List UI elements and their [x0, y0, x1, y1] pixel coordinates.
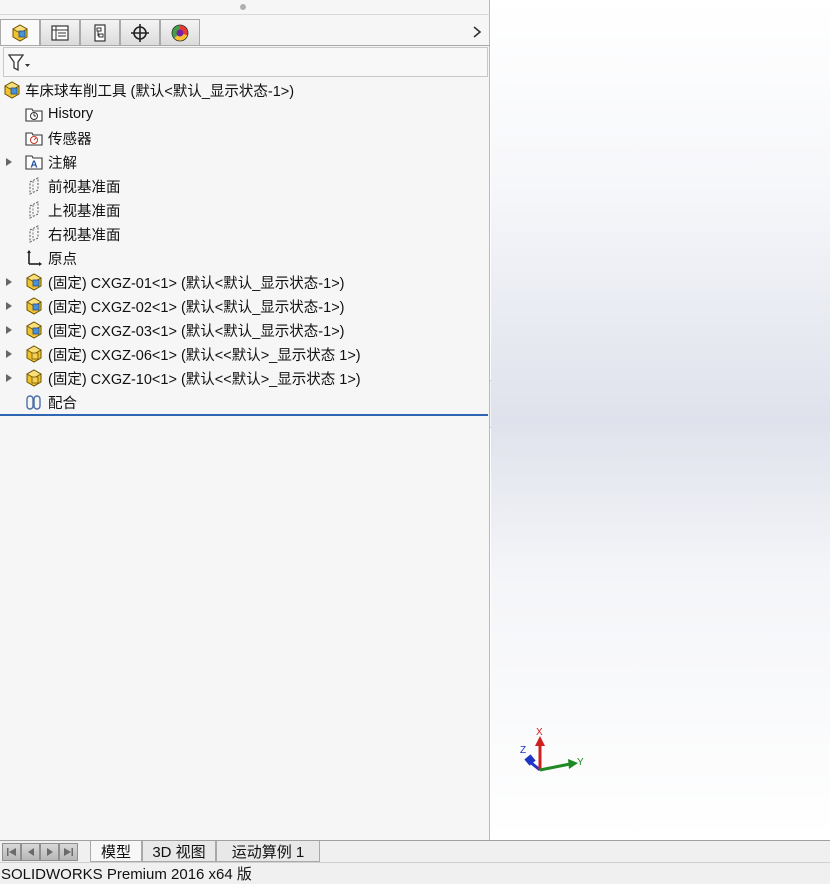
tab-property-manager[interactable] [40, 19, 80, 45]
expand-arrow-icon[interactable] [6, 277, 14, 287]
funnel-filter-icon[interactable] [7, 53, 31, 73]
tree-item-label: 上视基准面 [48, 203, 121, 220]
tree-item-right-plane[interactable]: 右视基准面 [0, 222, 490, 246]
appearance-pie-icon [171, 24, 189, 41]
triad-y-label: Y [577, 757, 584, 768]
assembly-icon [3, 81, 21, 99]
tree-rollback-bar[interactable] [0, 414, 488, 416]
tree-item-annotations[interactable]: A 注解 [0, 150, 490, 174]
tree-item-label: (固定) CXGZ-01<1> (默认<默认_显示状态-1>) [48, 275, 345, 292]
triad-x-label: X [536, 727, 543, 738]
part-icon [25, 273, 43, 291]
tree-item-label: (固定) CXGZ-03<1> (默认<默认_显示状态-1>) [48, 323, 345, 340]
tree-item-origin[interactable]: 原点 [0, 246, 490, 270]
expand-arrow-icon[interactable] [6, 301, 14, 311]
tab-model[interactable]: 模型 [90, 841, 142, 862]
expand-arrow-icon[interactable] [6, 373, 14, 383]
expand-arrow-icon[interactable] [6, 325, 14, 335]
tree-item-label: (固定) CXGZ-10<1> (默认<<默认>_显示状态 1>) [48, 371, 361, 388]
first-tab-button[interactable] [2, 843, 21, 861]
chevron-left-icon [27, 848, 34, 856]
last-tab-button[interactable] [59, 843, 78, 861]
assembly-tree-icon [12, 23, 28, 42]
plane-icon [25, 177, 43, 195]
axis-triad-icon: X Y Z [520, 727, 584, 772]
next-tab-button[interactable] [40, 843, 59, 861]
skip-last-icon [64, 848, 73, 856]
tree-item-component[interactable]: (固定) CXGZ-03<1> (默认<默认_显示状态-1>) [0, 318, 490, 342]
tab-3d-views[interactable]: 3D 视图 [142, 841, 216, 862]
tree-item-label: History [48, 106, 94, 122]
part-icon [25, 321, 43, 339]
graphics-viewport[interactable] [491, 0, 830, 840]
mates-folder-icon [25, 393, 43, 411]
feature-filter-box[interactable] [3, 47, 488, 77]
tree-item-front-plane[interactable]: 前视基准面 [0, 174, 490, 198]
tab-bar-divider [0, 45, 490, 46]
sensor-folder-icon [25, 129, 43, 147]
expand-arrow-icon[interactable] [6, 349, 14, 359]
origin-icon [25, 249, 43, 267]
part-icon [25, 297, 43, 315]
tree-item-label: 右视基准面 [48, 227, 121, 244]
tab-dimxpert-manager[interactable] [120, 19, 160, 45]
tree-item-history[interactable]: History [0, 102, 490, 126]
bottom-tab-strip: 模型 3D 视图 运动算例 1 [0, 840, 830, 862]
tree-item-component[interactable]: (固定) CXGZ-02<1> (默认<默认_显示状态-1>) [0, 294, 490, 318]
tree-item-label: (固定) CXGZ-02<1> (默认<默认_显示状态-1>) [48, 299, 345, 316]
tab-display-manager[interactable] [160, 19, 200, 45]
crosshair-target-icon [131, 23, 149, 42]
tree-item-label: (固定) CXGZ-06<1> (默认<<默认>_显示状态 1>) [48, 347, 361, 364]
tree-item-label: 配合 [48, 395, 77, 412]
tab-motion-study[interactable]: 运动算例 1 [216, 841, 320, 862]
chevron-right-icon [46, 848, 53, 856]
tree-item-label: 前视基准面 [48, 179, 121, 196]
property-list-icon [51, 24, 69, 41]
tree-item-mates[interactable]: 配合 [0, 390, 490, 414]
status-bar-text: SOLIDWORKS Premium 2016 x64 版 [1, 866, 252, 883]
history-folder-icon [25, 105, 43, 123]
chevron-right-icon[interactable] [470, 22, 484, 42]
panel-grip-handle[interactable] [240, 4, 246, 10]
svg-text:A: A [30, 160, 37, 171]
plane-icon [25, 225, 43, 243]
tree-item-sensors[interactable]: 传感器 [0, 126, 490, 150]
configuration-icon [94, 23, 106, 42]
skip-first-icon [7, 848, 16, 856]
plane-icon [25, 201, 43, 219]
triad-z-label: Z [520, 745, 526, 756]
tab-feature-manager[interactable] [0, 19, 40, 45]
manager-tab-bar [0, 19, 490, 45]
tree-item-label: 原点 [48, 251, 77, 268]
panel-divider [0, 14, 490, 15]
tree-item-label: 注解 [48, 155, 77, 172]
tree-item-label: 传感器 [48, 131, 92, 148]
subassembly-icon [25, 345, 43, 363]
prev-tab-button[interactable] [21, 843, 40, 861]
annotation-folder-icon: A [25, 153, 43, 171]
tree-item-subassembly[interactable]: (固定) CXGZ-06<1> (默认<<默认>_显示状态 1>) [0, 342, 490, 366]
feature-manager-panel: 车床球车削工具 (默认<默认_显示状态-1>) History 传感器 A 注解… [0, 0, 490, 840]
tree-root-assembly[interactable]: 车床球车削工具 (默认<默认_显示状态-1>) [0, 78, 490, 102]
tree-item-subassembly[interactable]: (固定) CXGZ-10<1> (默认<<默认>_显示状态 1>) [0, 366, 490, 390]
subassembly-icon [25, 369, 43, 387]
tree-item-component[interactable]: (固定) CXGZ-01<1> (默认<默认_显示状态-1>) [0, 270, 490, 294]
expand-arrow-icon[interactable] [6, 157, 14, 167]
status-bar: SOLIDWORKS Premium 2016 x64 版 [0, 862, 830, 884]
tab-configuration-manager[interactable] [80, 19, 120, 45]
tree-root-label: 车床球车削工具 (默认<默认_显示状态-1>) [25, 83, 295, 100]
tree-item-top-plane[interactable]: 上视基准面 [0, 198, 490, 222]
